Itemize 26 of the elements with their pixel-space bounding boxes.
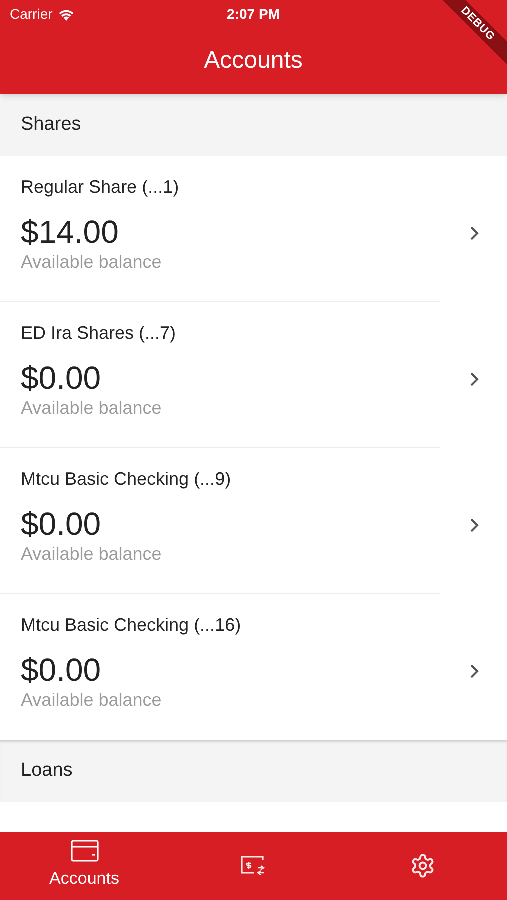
balance-caption: Available balance (21, 397, 162, 419)
chevron-right-icon (470, 664, 479, 678)
settings-icon (410, 853, 436, 879)
section-title: Shares (21, 112, 82, 137)
tab-item[interactable]: Accounts (0, 832, 169, 900)
chevron-right-icon (470, 372, 479, 386)
chevron-right-icon (470, 518, 479, 532)
account-balance: $0.00 (21, 651, 102, 689)
money-transfer-icon (240, 855, 266, 877)
balance-caption: Available balance (21, 689, 162, 711)
screen-title: Accounts (204, 46, 303, 76)
account-name: Regular Share (...1) (21, 176, 180, 199)
account-balance: $0.00 (21, 505, 102, 543)
account-name: Mtcu Basic Checking (...16) (21, 614, 242, 637)
account-name: ED Ira Shares (...7) (21, 322, 176, 345)
status-time: 2:07 PM (227, 4, 280, 24)
account-balance: $14.00 (21, 213, 119, 251)
carrier-label: Carrier (10, 4, 53, 24)
card-icon (70, 840, 98, 862)
balance-caption: Available balance (21, 251, 162, 273)
section-title: Loans (21, 758, 73, 783)
balance-caption: Available balance (21, 543, 162, 565)
chevron-right-icon (470, 226, 479, 240)
wifi-icon (58, 8, 75, 20)
account-balance: $0.00 (21, 359, 102, 397)
account-name: Mtcu Basic Checking (...9) (21, 468, 232, 491)
